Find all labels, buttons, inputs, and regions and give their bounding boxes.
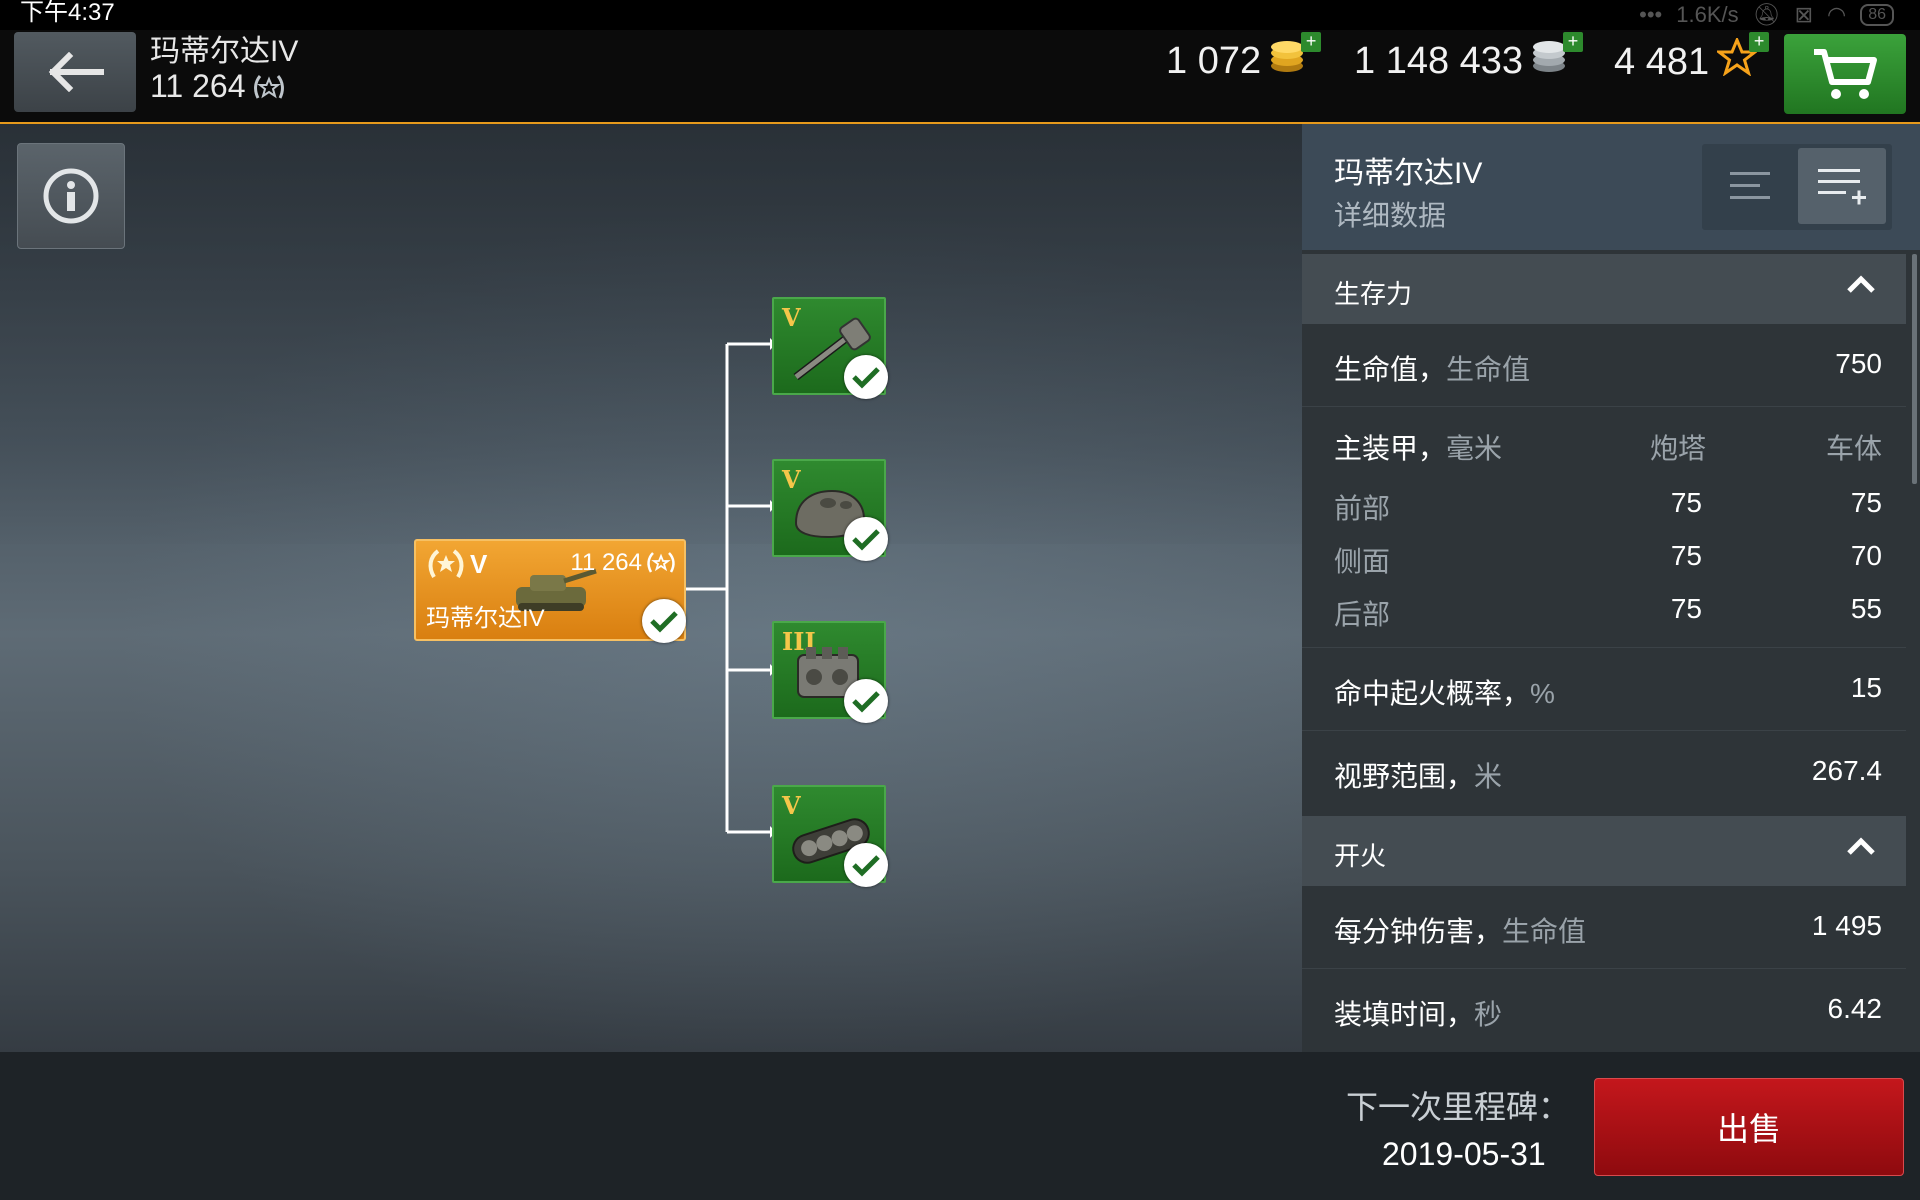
gold-value: 1 072 (1166, 39, 1262, 82)
tank-node-xp-value: 11 264 (570, 549, 642, 576)
stat-value: 1 495 (1811, 910, 1882, 941)
tank-xp: 11 264 (150, 68, 286, 105)
armor-hull-value: 55 (1850, 593, 1882, 624)
stat-row-fire-chance: 命中起火概率，% 15 (1302, 648, 1906, 731)
tank-node[interactable]: V 11 264 玛蒂尔达IV (414, 539, 686, 643)
armor-row-name: 前部 (1334, 493, 1391, 524)
simple-list-icon (1730, 172, 1770, 199)
stat-row-armor: 主装甲，毫米 炮塔 车体 前部 75 75 侧面 75 70 后部 75 55 (1302, 407, 1906, 648)
sell-button[interactable]: 出售 (1594, 1078, 1904, 1176)
silver-plus-icon[interactable]: + (1563, 32, 1584, 52)
module-engine[interactable]: III (772, 621, 888, 723)
armor-turret-value: 75 (1670, 540, 1702, 571)
stat-value: 750 (1835, 348, 1882, 379)
stat-label: 生命值，生命值 (1334, 354, 1531, 385)
info-button[interactable] (17, 143, 125, 249)
gold-plus-icon[interactable]: + (1301, 32, 1322, 52)
stat-label: 装填时间，秒 (1334, 999, 1503, 1030)
shop-cart-button[interactable] (1784, 34, 1906, 114)
researched-check-icon (844, 679, 888, 723)
xp-laurel-icon (253, 74, 284, 99)
tank-node-name: 玛蒂尔达IV (426, 605, 545, 632)
close-box-icon: ⊠ (1794, 2, 1813, 27)
stat-label: 主装甲，毫米 (1334, 433, 1503, 464)
free-xp-plus-icon[interactable]: + (1749, 32, 1770, 52)
section-title: 开火 (1334, 841, 1387, 871)
chevron-up-icon (1847, 275, 1875, 293)
researched-check-icon (844, 517, 888, 561)
researched-check-icon (844, 355, 888, 399)
section-firepower-header[interactable]: 开火 (1302, 816, 1906, 886)
more-dots-icon: ••• (1639, 2, 1663, 27)
chevron-up-icon (1847, 837, 1875, 855)
armor-turret-value: 75 (1670, 593, 1702, 624)
silver-value: 1 148 433 (1354, 39, 1524, 82)
status-time: 下午4:37 (20, 0, 115, 26)
module-turret[interactable]: V (772, 459, 888, 561)
panel-header: 玛蒂尔达IV 详细数据 (1302, 124, 1920, 250)
stat-value: 267.4 (1811, 755, 1882, 786)
arrow-left-icon (48, 52, 104, 92)
researched-check-icon (642, 599, 686, 643)
free-xp-star-icon: + (1714, 32, 1770, 86)
tank-tier: V (426, 547, 487, 581)
free-xp-value: 4 481 (1614, 40, 1710, 83)
top-bar: 玛蒂尔达IV 11 264 1 072 + 1 148 433 + 4 481 … (0, 30, 1920, 124)
xp-laurel-icon (647, 552, 675, 573)
stat-row-view-range: 视野范围，米 267.4 (1302, 731, 1906, 813)
free-xp-currency[interactable]: 4 481 + (1614, 32, 1770, 86)
tank-xp-value: 11 264 (150, 68, 246, 104)
simple-view-button[interactable] (1706, 148, 1794, 224)
gold-currency[interactable]: 1 072 + (1166, 32, 1322, 84)
stat-label: 视野范围，米 (1334, 761, 1503, 792)
info-icon (43, 168, 99, 224)
panel-scrollbar[interactable] (1912, 254, 1917, 484)
panel-title: 玛蒂尔达IV (1334, 157, 1483, 190)
armor-col-turret: 炮塔 (1650, 433, 1707, 464)
armor-hull-value: 75 (1850, 487, 1882, 518)
mute-icon: 🔕︎ (1752, 2, 1781, 27)
stat-label: 每分钟伤害，生命值 (1334, 916, 1587, 947)
milestone-date: 2019-05-31 (1382, 1136, 1546, 1172)
tank-tier-label: V (470, 548, 488, 579)
hangar-wall (0, 124, 1302, 544)
wifi-icon: ◠ (1827, 2, 1847, 27)
milestone-label: 下一次里程碑： (1346, 1089, 1571, 1125)
stat-value: 6.42 (1827, 993, 1883, 1024)
silver-currency[interactable]: 1 148 433 + (1354, 32, 1584, 84)
status-icons: ••• 1.6K/s 🔕︎ ⊠ ◠ 86 (1639, 2, 1894, 28)
silver-coin-icon: + (1531, 32, 1584, 84)
researched-check-icon (844, 843, 888, 887)
armor-turret-value: 75 (1670, 487, 1702, 518)
panel-subtitle: 详细数据 (1334, 200, 1447, 231)
back-button[interactable] (14, 32, 136, 112)
stat-row-reload: 装填时间，秒 6.42 (1302, 969, 1906, 1051)
detailed-list-icon (1818, 169, 1866, 205)
armor-col-hull: 车体 (1825, 433, 1882, 464)
stat-value: 15 (1850, 672, 1882, 703)
detailed-view-button[interactable] (1798, 148, 1886, 224)
view-toggle (1702, 144, 1892, 230)
net-speed: 1.6K/s (1676, 2, 1739, 27)
stat-row-hp: 生命值，生命值 750 (1302, 324, 1906, 407)
bottom-bar: 下一次里程碑： 2019-05-31 出售 (0, 1052, 1920, 1200)
armor-row-name: 后部 (1334, 599, 1391, 630)
elite-laurel-icon (428, 549, 464, 579)
armor-row-name: 侧面 (1334, 546, 1391, 577)
section-title: 生存力 (1334, 279, 1413, 309)
tank-title: 玛蒂尔达IV (150, 35, 299, 68)
armor-hull-value: 70 (1850, 540, 1882, 571)
detail-panel: 玛蒂尔达IV 详细数据 生存力 生命值，生命值 750 主装甲，毫米 炮塔 车体… (1302, 124, 1920, 1052)
stat-label: 命中起火概率，% (1334, 678, 1555, 709)
cart-icon (1814, 49, 1877, 99)
battery-icon: 86 (1860, 4, 1894, 26)
stat-row-dpm: 每分钟伤害，生命值 1 495 (1302, 886, 1906, 969)
gold-coin-icon: + (1269, 32, 1322, 84)
module-gun[interactable]: V (772, 297, 888, 399)
module-tracks[interactable]: V (772, 785, 888, 887)
section-survivability-header[interactable]: 生存力 (1302, 254, 1906, 324)
tank-node-xp: 11 264 (570, 549, 676, 577)
